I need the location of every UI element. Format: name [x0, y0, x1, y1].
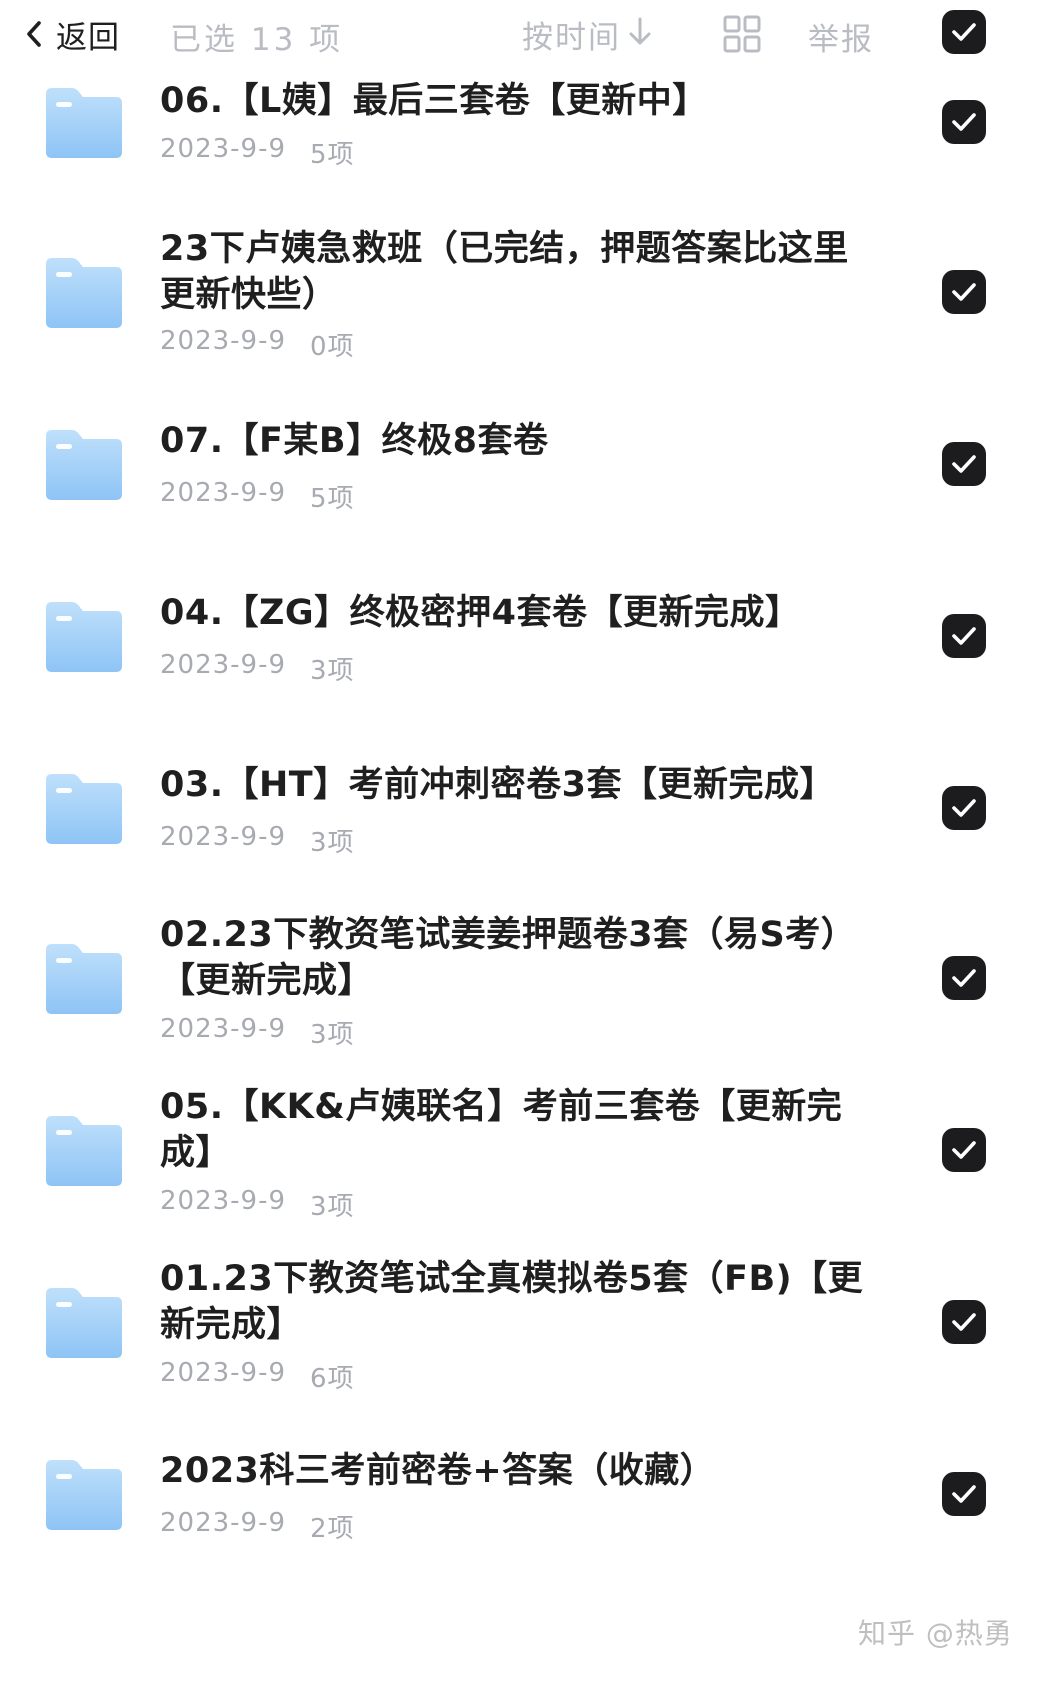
checkbox: [942, 1128, 986, 1172]
item-title: 2023科三考前密卷+答案（收藏）: [160, 1451, 716, 1491]
item-count: 2项: [310, 1514, 355, 1544]
checkbox: [942, 1472, 986, 1516]
item-title: 03.【HT】考前冲刺密卷3套【更新完成】: [160, 765, 836, 805]
checkmark-icon: [951, 797, 977, 819]
arrow-down-icon: [627, 15, 653, 53]
checkmark-icon: [951, 1483, 977, 1505]
folder-icon: [42, 940, 126, 1018]
item-date: 2023-9-9: [160, 650, 287, 680]
checkbox: [942, 100, 986, 144]
item-checkbox[interactable]: [942, 1300, 986, 1344]
checkbox: [942, 786, 986, 830]
item-count: 5项: [310, 140, 355, 170]
item-date: 2023-9-9: [160, 134, 287, 164]
item-date: 2023-9-9: [160, 822, 287, 852]
item-count: 0项: [310, 332, 355, 362]
checkmark-icon: [951, 281, 977, 303]
item-checkbox[interactable]: [942, 1128, 986, 1172]
folder-icon: [42, 1456, 126, 1534]
item-checkbox[interactable]: [942, 614, 986, 658]
item-title: 06.【L姨】最后三套卷【更新中】: [160, 81, 708, 121]
item-title: 01.23下教资笔试全真模拟卷5套（FB)【更新完成】: [160, 1259, 864, 1345]
item-checkbox[interactable]: [942, 100, 986, 144]
chevron-left-icon: [24, 19, 44, 49]
item-meta: 2023-9-9 3项: [160, 1014, 355, 1051]
folder-icon: [42, 1284, 126, 1362]
folder-icon: [42, 598, 126, 676]
checkbox: [942, 10, 986, 54]
item-date: 2023-9-9: [160, 1186, 287, 1216]
checkmark-icon: [951, 21, 977, 43]
checkmark-icon: [951, 1311, 977, 1333]
folder-icon: [42, 770, 126, 848]
item-checkbox[interactable]: [942, 1472, 986, 1516]
item-date: 2023-9-9: [160, 1014, 287, 1044]
item-meta: 2023-9-9 6项: [160, 1358, 355, 1395]
folder-icon: [42, 1112, 126, 1190]
item-count: 3项: [310, 656, 355, 686]
item-date: 2023-9-9: [160, 1508, 287, 1538]
folder-icon: [42, 84, 126, 162]
sort-label: 按时间: [522, 19, 621, 56]
item-count: 3项: [310, 1020, 355, 1050]
top-bar: 返回 已选 13 项 按时间 举报: [0, 0, 1060, 70]
item-checkbox[interactable]: [942, 270, 986, 314]
item-meta: 2023-9-9 5项: [160, 134, 355, 171]
report-button[interactable]: 举报: [808, 14, 874, 59]
item-checkbox[interactable]: [942, 956, 986, 1000]
checkmark-icon: [951, 967, 977, 989]
item-count: 3项: [310, 1192, 355, 1222]
item-date: 2023-9-9: [160, 1358, 287, 1388]
item-meta: 2023-9-9 3项: [160, 650, 355, 687]
item-count: 3项: [310, 828, 355, 858]
item-checkbox[interactable]: [942, 786, 986, 830]
back-button[interactable]: 返回: [24, 10, 120, 58]
item-count: 6项: [310, 1364, 355, 1394]
item-meta: 2023-9-9 2项: [160, 1508, 355, 1545]
checkbox: [942, 270, 986, 314]
item-title: 04.【ZG】终极密押4套卷【更新完成】: [160, 593, 801, 633]
item-meta: 2023-9-9 5项: [160, 478, 355, 515]
checkbox: [942, 614, 986, 658]
item-date: 2023-9-9: [160, 478, 287, 508]
checkbox: [942, 956, 986, 1000]
item-checkbox[interactable]: [942, 442, 986, 486]
item-meta: 2023-9-9 3项: [160, 822, 355, 859]
checkmark-icon: [951, 111, 977, 133]
watermark: 知乎 @热勇: [858, 1617, 1013, 1650]
item-title: 07.【F某B】终极8套卷: [160, 421, 549, 461]
item-title: 02.23下教资笔试姜姜押题卷3套（易S考）【更新完成】: [160, 915, 857, 1001]
item-title: 05.【KK&卢姨联名】考前三套卷【更新完成】: [160, 1087, 843, 1173]
folder-icon: [42, 426, 126, 504]
checkmark-icon: [951, 625, 977, 647]
item-meta: 2023-9-9 0项: [160, 326, 355, 363]
checkmark-icon: [951, 453, 977, 475]
checkbox: [942, 442, 986, 486]
item-meta: 2023-9-9 3项: [160, 1186, 355, 1223]
item-date: 2023-9-9: [160, 326, 287, 356]
folder-icon: [42, 254, 126, 332]
item-count: 5项: [310, 484, 355, 514]
item-title: 23下卢姨急救班（已完结，押题答案比这里更新快些）: [160, 229, 849, 315]
select-all-checkbox[interactable]: [942, 10, 986, 54]
checkbox: [942, 1300, 986, 1344]
grid-view-icon[interactable]: [722, 14, 762, 54]
back-label: 返回: [56, 19, 120, 56]
checkmark-icon: [951, 1139, 977, 1161]
sort-button[interactable]: 按时间: [522, 12, 653, 56]
selected-count: 已选 13 项: [170, 22, 344, 58]
